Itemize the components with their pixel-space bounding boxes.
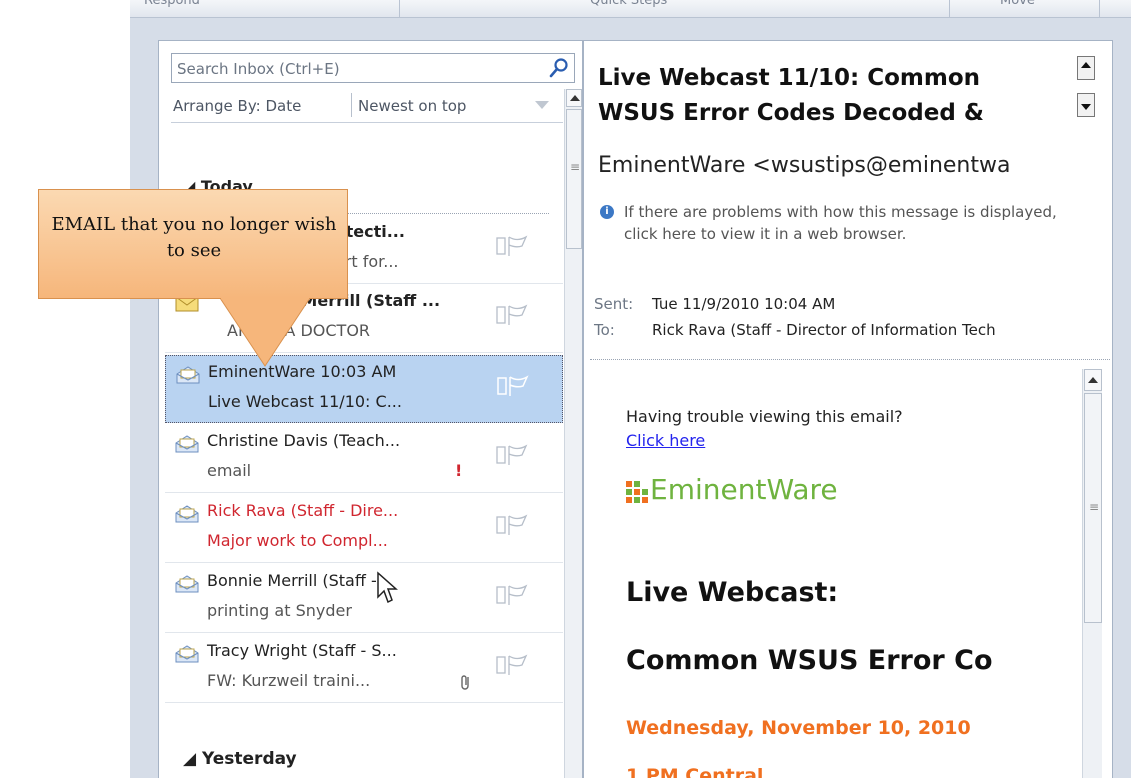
- group-header-yesterday[interactable]: ◢ Yesterday: [183, 749, 297, 769]
- flag-icon[interactable]: [495, 583, 529, 607]
- webcast-date: Wednesday, November 10, 2010: [626, 717, 971, 739]
- ribbon-strip: Respond Quick Steps Move: [130, 0, 1131, 18]
- callout-text: EMAIL that you no longer wish to see: [51, 214, 337, 261]
- flag-icon[interactable]: [495, 653, 529, 677]
- reading-pane: Live Webcast 11/10: Common WSUS Error Co…: [583, 40, 1113, 778]
- mouse-pointer-icon: [377, 571, 398, 604]
- group-label: Yesterday: [202, 749, 297, 769]
- click-here-link[interactable]: Click here: [626, 431, 705, 450]
- subject-line-2: WSUS Error Codes Decoded &: [598, 100, 984, 126]
- message-body: Having trouble viewing this email? Click…: [592, 363, 1112, 778]
- trouble-viewing-text: Having trouble viewing this email?: [626, 407, 903, 426]
- envelope-open-icon: [175, 435, 199, 453]
- scroll-up-button[interactable]: [566, 89, 582, 107]
- message-list-scrollbar[interactable]: [564, 89, 582, 778]
- subject-line-1: Live Webcast 11/10: Common: [598, 65, 981, 91]
- item-sender: Tracy Wright (Staff - S...: [207, 641, 397, 660]
- search-icon[interactable]: [548, 57, 570, 79]
- to-label: To:: [594, 321, 615, 339]
- body-scroll-thumb[interactable]: [1084, 393, 1102, 623]
- flag-icon[interactable]: [495, 513, 529, 537]
- envelope-open-icon: [176, 366, 200, 384]
- ribbon-group-move[interactable]: Move: [950, 0, 1100, 18]
- envelope-open-icon: [175, 575, 199, 593]
- list-item[interactable]: Christine Davis (Teach... email !: [165, 425, 563, 493]
- list-item[interactable]: Rick Rava (Staff - Dire... Major work to…: [165, 495, 563, 563]
- ribbon-group-label: Respond: [144, 0, 200, 8]
- arrange-separator: [351, 93, 352, 117]
- header-scroll-up-button[interactable]: [1077, 56, 1095, 80]
- body-scrollbar[interactable]: [1082, 369, 1102, 778]
- header-divider: [590, 359, 1110, 360]
- envelope-open-icon: [175, 505, 199, 523]
- search-input[interactable]: Search Inbox (Ctrl+E): [171, 53, 575, 83]
- chevron-down-icon[interactable]: [535, 101, 549, 109]
- flag-icon[interactable]: [495, 234, 529, 258]
- item-sender: Christine Davis (Teach...: [207, 431, 401, 450]
- item-sender: Rick Rava (Staff - Dire...: [207, 501, 399, 520]
- to-value[interactable]: Rick Rava (Staff - Director of Informati…: [652, 321, 996, 339]
- logo-grid-icon: [626, 481, 648, 503]
- flag-icon[interactable]: [495, 303, 529, 327]
- ribbon-group-label: Move: [1000, 0, 1035, 8]
- arrange-bar: Arrange By: Date Newest on top: [171, 89, 563, 123]
- ribbon-group-label: Quick Steps: [590, 0, 668, 8]
- paperclip-icon: [461, 675, 469, 690]
- logo-text: EminentWare: [650, 473, 838, 506]
- list-item[interactable]: Bonnie Merrill (Staff -... printing at S…: [165, 565, 563, 633]
- scroll-thumb[interactable]: [566, 109, 582, 249]
- webcast-time: 1 PM Central: [626, 765, 764, 778]
- outlook-window: Respond Quick Steps Move Search Inbox (C…: [0, 0, 1131, 778]
- message-list-panel: Search Inbox (Ctrl+E) Arrange By: Date N…: [158, 40, 583, 778]
- info-icon: i: [600, 205, 614, 219]
- header-scroll-down-button[interactable]: [1077, 93, 1095, 117]
- item-subject: printing at Snyder: [207, 601, 352, 620]
- sort-order-button[interactable]: Newest on top: [358, 97, 466, 115]
- body-scroll-up-button[interactable]: [1084, 369, 1102, 391]
- item-subject: FW: Kurzweil traini...: [207, 671, 371, 690]
- flag-icon[interactable]: [495, 443, 529, 467]
- list-item[interactable]: Tracy Wright (Staff - S... FW: Kurzweil …: [165, 635, 563, 703]
- annotation-callout: EMAIL that you no longer wish to see: [38, 189, 348, 299]
- sent-label: Sent:: [594, 295, 634, 313]
- item-subject: Major work to Compl...: [207, 531, 388, 550]
- webcast-heading: Live Webcast:: [626, 577, 839, 608]
- flag-icon[interactable]: [496, 374, 530, 398]
- ribbon-group-quick-steps[interactable]: Quick Steps: [400, 0, 950, 18]
- high-importance-icon: !: [455, 461, 463, 480]
- envelope-open-icon: [175, 645, 199, 663]
- to-row: To: Rick Rava (Staff - Director of Inform…: [594, 321, 996, 339]
- item-subject: Live Webcast 11/10: C...: [208, 392, 402, 411]
- search-placeholder: Search Inbox (Ctrl+E): [177, 60, 340, 78]
- callout-pointer: [220, 298, 310, 367]
- item-subject: email: [207, 461, 252, 480]
- webcast-topic: Common WSUS Error Co: [626, 645, 993, 676]
- item-sender: Bonnie Merrill (Staff -...: [207, 571, 392, 590]
- ribbon-group-respond[interactable]: Respond: [144, 0, 400, 18]
- sent-row: Sent: Tue 11/9/2010 10:04 AM: [594, 295, 835, 313]
- sent-value: Tue 11/9/2010 10:04 AM: [652, 295, 836, 313]
- message-sender[interactable]: EminentWare <wsustips@eminentwa: [598, 153, 1010, 178]
- info-text: If there are problems with how this mess…: [624, 203, 1057, 243]
- arrange-by-button[interactable]: Arrange By: Date: [173, 97, 301, 115]
- message-subject: Live Webcast 11/10: Common WSUS Error Co…: [598, 61, 1068, 131]
